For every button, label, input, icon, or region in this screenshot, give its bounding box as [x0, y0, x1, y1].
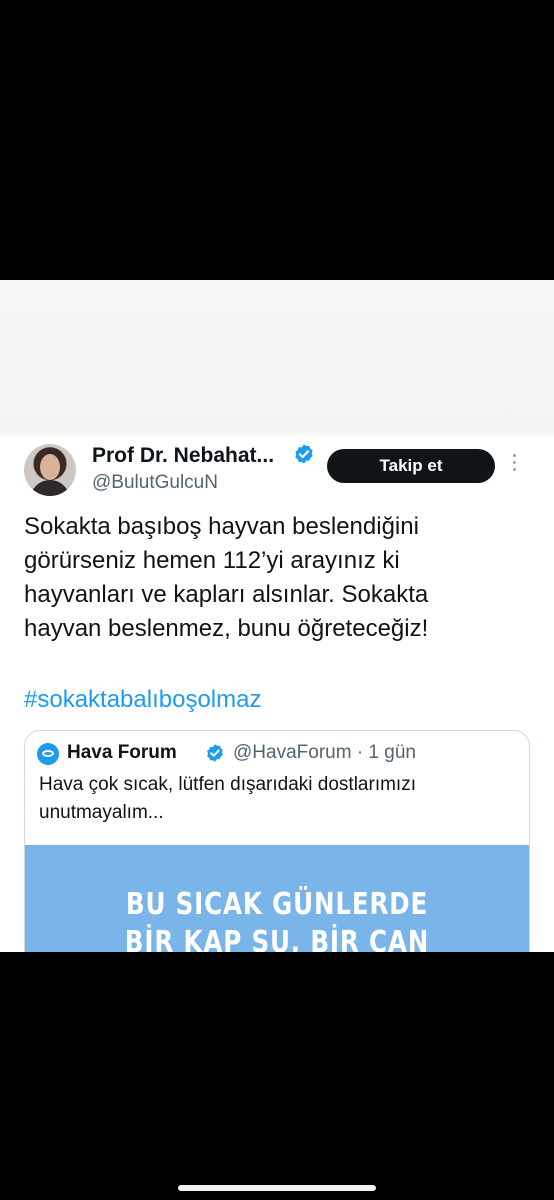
author-avatar[interactable] — [24, 444, 76, 496]
more-dot — [513, 454, 516, 457]
more-options-icon[interactable] — [512, 454, 518, 475]
author-name[interactable]: Prof Dr. Nebahat... — [92, 444, 274, 468]
tweet-text: Sokakta başıboş hayvan beslendiğini görü… — [24, 510, 536, 646]
author-handle[interactable]: @BulutGulcuN — [92, 472, 218, 494]
more-dot — [513, 461, 516, 464]
bottom-black-bar — [0, 952, 554, 1200]
quote-image-subline: BİR KAP SU, BİR CAN DEMEK... — [124, 925, 430, 952]
more-dot — [513, 468, 516, 471]
hashtag-link[interactable]: #sokaktabalıboşolmaz — [24, 686, 261, 714]
tweet-text-line: görürseniz hemen 112’yi arayınız ki — [24, 547, 400, 574]
quote-text-line: Hava çok sıcak, lütfen dışarıdaki dostla… — [39, 774, 416, 795]
tweet-card: Prof Dr. Nebahat... @BulutGulcuN Takip e… — [0, 436, 554, 952]
avatar-face — [40, 454, 60, 480]
quote-author-name[interactable]: Hava Forum — [67, 742, 177, 764]
screenshot-area: Prof Dr. Nebahat... @BulutGulcuN Takip e… — [0, 280, 554, 952]
hava-forum-logo-icon[interactable] — [37, 743, 59, 765]
top-black-bar — [0, 0, 554, 280]
tweet-text-line: hayvan beslenmez, bunu öğreteceğiz! — [24, 615, 429, 642]
quote-meta: @HavaForum · 1 gün — [233, 742, 416, 763]
home-indicator[interactable] — [178, 1185, 376, 1191]
follow-button[interactable]: Takip et — [327, 449, 495, 483]
tweet-text-line: Sokakta başıboş hayvan beslendiğini — [24, 513, 419, 540]
quote-image[interactable]: BU SICAK GÜNLERDE BİR KAP SU, BİR CAN DE… — [25, 845, 529, 952]
quoted-tweet[interactable]: Hava Forum @HavaForum · 1 gün Hava çok s… — [24, 730, 530, 952]
quote-image-headline: BU SICAK GÜNLERDE — [125, 887, 429, 922]
tweet-text-line: hayvanları ve kapları alsınlar. Sokakta — [24, 581, 429, 608]
verified-badge-icon — [295, 444, 313, 464]
avatar-body — [30, 480, 70, 496]
verified-badge-icon — [207, 744, 223, 762]
quote-text-line: unutmayalım... — [39, 802, 164, 823]
quote-text: Hava çok sıcak, lütfen dışarıdaki dostla… — [39, 771, 519, 827]
